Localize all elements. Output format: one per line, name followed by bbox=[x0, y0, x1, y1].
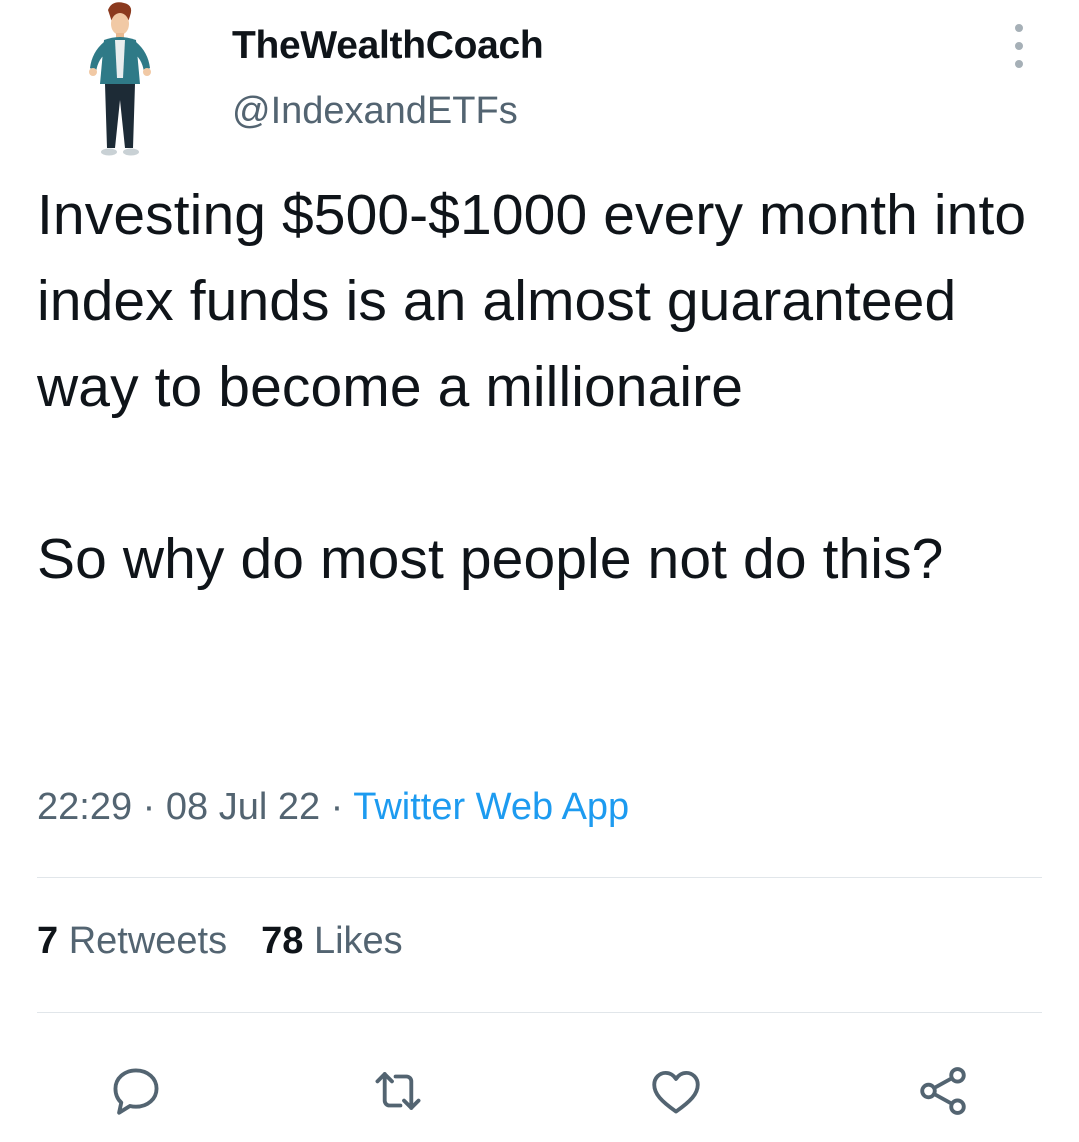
tweet-text: Investing $500-$1000 every month into in… bbox=[37, 172, 1047, 602]
share-icon bbox=[920, 1067, 966, 1115]
tweet-paragraph: Investing $500-$1000 every month into in… bbox=[37, 183, 1027, 419]
display-name[interactable]: TheWealthCoach bbox=[232, 24, 544, 68]
tweet-card: TheWealthCoach @IndexandETFs Investing $… bbox=[0, 0, 1079, 1142]
tweet-meta: 22:29 · 08 Jul 22 · Twitter Web App bbox=[37, 786, 629, 829]
tweet-date[interactable]: 08 Jul 22 bbox=[166, 786, 320, 828]
meta-separator: · bbox=[132, 786, 166, 828]
tweet-paragraph: So why do most people not do this? bbox=[37, 527, 944, 591]
divider bbox=[37, 1012, 1042, 1013]
likes-count: 78 bbox=[261, 920, 304, 962]
divider bbox=[37, 877, 1042, 878]
more-vertical-icon[interactable] bbox=[1006, 24, 1032, 68]
retweet-icon bbox=[375, 1072, 421, 1110]
more-dot bbox=[1015, 42, 1023, 50]
engagement-stats: 7 Retweets 78 Likes bbox=[37, 920, 403, 963]
tweet-source-link[interactable]: Twitter Web App bbox=[353, 786, 629, 828]
retweets-label: Retweets bbox=[58, 920, 228, 962]
more-dot bbox=[1015, 24, 1023, 32]
user-handle[interactable]: @IndexandETFs bbox=[232, 90, 518, 133]
share-button[interactable] bbox=[910, 1058, 976, 1124]
tweet-time[interactable]: 22:29 bbox=[37, 786, 132, 828]
retweet-button[interactable] bbox=[365, 1058, 431, 1124]
more-dot bbox=[1015, 60, 1023, 68]
avatar[interactable] bbox=[78, 0, 162, 160]
likes-stat[interactable]: 78 Likes bbox=[261, 920, 403, 962]
heart-icon bbox=[652, 1070, 700, 1114]
meta-separator: · bbox=[320, 786, 354, 828]
retweets-stat[interactable]: 7 Retweets bbox=[37, 920, 227, 962]
likes-label: Likes bbox=[303, 920, 403, 962]
reply-icon bbox=[113, 1068, 159, 1115]
retweets-count: 7 bbox=[37, 920, 59, 962]
like-button[interactable] bbox=[643, 1058, 709, 1124]
reply-button[interactable] bbox=[103, 1058, 169, 1124]
